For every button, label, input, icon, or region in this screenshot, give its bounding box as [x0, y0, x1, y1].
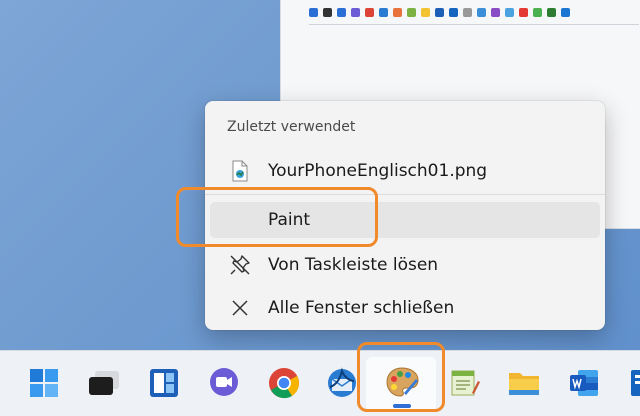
- task-view-icon[interactable]: [86, 365, 122, 401]
- background-window-toolbar: [309, 4, 629, 20]
- close-all-label: Alle Fenster schließen: [268, 298, 455, 318]
- thunderbird-icon[interactable]: [324, 365, 360, 401]
- unpin-icon: [228, 253, 252, 277]
- notepad-icon[interactable]: [446, 365, 482, 401]
- file-explorer-icon[interactable]: [506, 365, 542, 401]
- recent-file-item[interactable]: YourPhoneEnglisch01.png: [210, 153, 600, 189]
- windows-start-icon[interactable]: [26, 365, 62, 401]
- chrome-icon[interactable]: [266, 365, 302, 401]
- teams-chat-icon[interactable]: [206, 365, 242, 401]
- widgets-icon[interactable]: [146, 365, 182, 401]
- recent-section-header: Zuletzt verwendet: [227, 119, 356, 135]
- paint-taskbar-highlight: [357, 342, 445, 412]
- png-file-icon: [228, 159, 252, 183]
- paint-item-highlight: [176, 187, 378, 247]
- app-icon[interactable]: [622, 365, 640, 401]
- unpin-label: Von Taskleiste lösen: [268, 255, 439, 275]
- close-all-windows-item[interactable]: Alle Fenster schließen: [210, 290, 600, 326]
- recent-file-label: YourPhoneEnglisch01.png: [268, 161, 488, 181]
- close-icon: [228, 296, 252, 320]
- unpin-from-taskbar-item[interactable]: Von Taskleiste lösen: [210, 247, 600, 283]
- word-icon[interactable]: [566, 365, 602, 401]
- taskbar: [0, 350, 640, 416]
